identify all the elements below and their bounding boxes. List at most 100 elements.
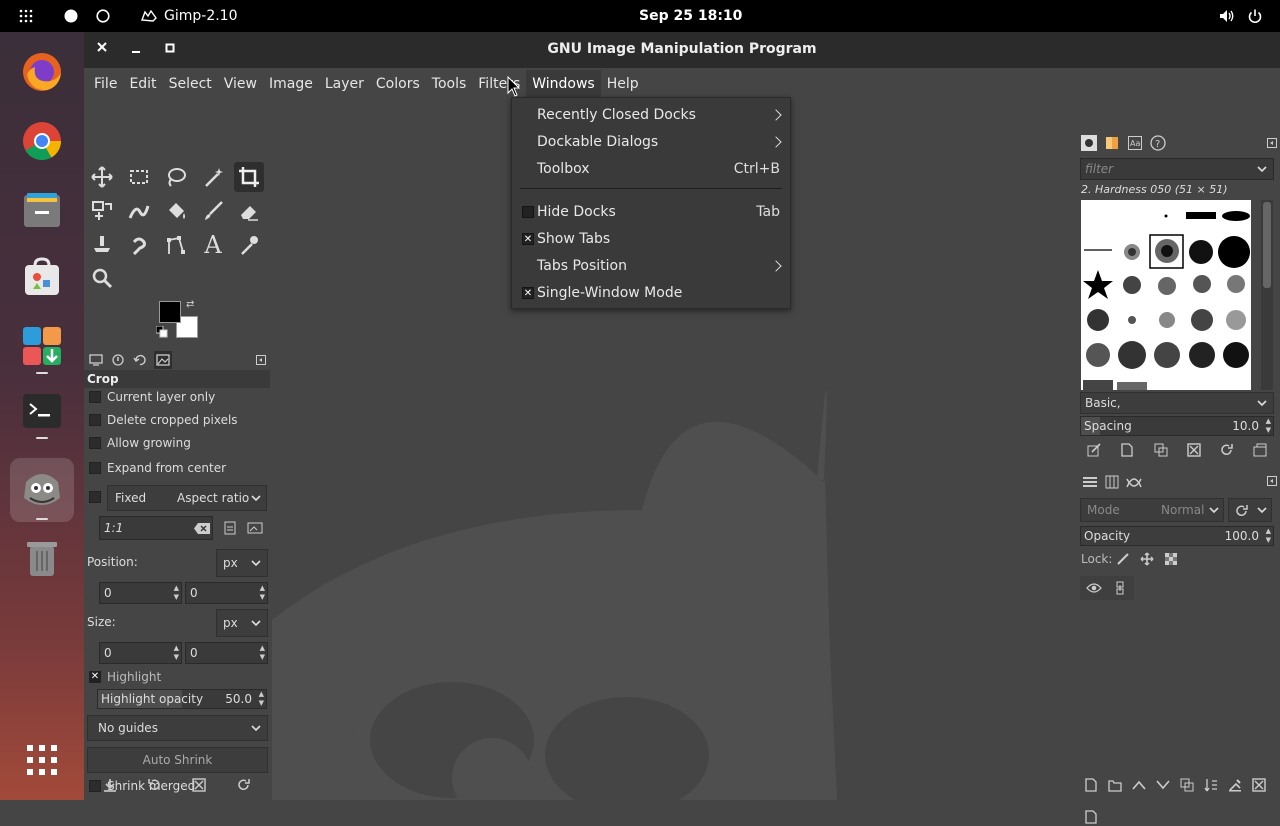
expand-center-option[interactable]: Expand from center [84,457,270,479]
lower-layer-icon[interactable] [1154,776,1172,794]
paths-tool-icon[interactable] [161,230,191,260]
menu-view[interactable]: View [218,70,263,98]
menu-help[interactable]: Help [601,70,645,98]
eraser-tool-icon[interactable] [234,196,264,226]
trash-icon[interactable] [20,535,64,579]
menu-image[interactable]: Image [263,70,319,98]
show-apps-icon[interactable] [20,738,64,782]
delete-cropped-option[interactable]: Delete cropped pixels [84,409,270,431]
swap-colors-icon[interactable]: ⇄ [186,299,194,310]
delete-preset-icon[interactable] [190,776,208,794]
configure-tab-icon[interactable] [254,353,268,367]
zoom-tool-icon[interactable] [87,263,117,293]
spin-arrows-icon[interactable]: ▲ ▼ [174,644,179,662]
menu-item-recently-closed-docks[interactable]: Recently Closed Docks [512,102,790,128]
volume-icon[interactable] [1218,0,1236,32]
menu-item-show-tabs[interactable]: ✕ Show Tabs [512,226,790,252]
clear-field-icon[interactable] [194,523,210,534]
move-tool-icon[interactable] [87,162,117,192]
highlight-opacity-slider[interactable]: Highlight opacity 50.0 ▲ ▼ [97,689,267,709]
size-height-input[interactable]: 0 ▲ ▼ [185,642,268,664]
lock-pixels-icon[interactable] [1114,550,1132,568]
save-preset-icon[interactable] [101,776,119,794]
expand-center-checkbox[interactable] [89,462,101,474]
spin-arrows-icon[interactable]: ▲ ▼ [1266,417,1271,435]
undo-history-tab-icon[interactable] [132,352,148,368]
eye-icon[interactable] [1086,580,1102,596]
menu-item-hide-docks[interactable]: Hide Docks Tab [512,199,790,225]
fonts-tab-icon[interactable]: Aa [1127,135,1143,151]
brush-scrollbar[interactable] [1261,200,1273,390]
clock[interactable]: Sep 25 18:10 [639,0,742,32]
workspace-2-icon[interactable] [95,0,111,32]
merge-layer-icon[interactable] [1202,776,1220,794]
position-x-input[interactable]: 0 ▲ ▼ [99,582,182,604]
configure-tab-icon[interactable] [1266,137,1278,149]
unified-transform-tool-icon[interactable] [87,196,117,226]
highlight-checkbox[interactable]: ✕ [89,671,101,683]
position-unit-combo[interactable]: px [216,549,268,577]
layer-opacity-slider[interactable]: Opacity 100.0 ▲ ▼ [1080,526,1274,546]
files-icon[interactable] [20,188,64,232]
highlight-option[interactable]: ✕ Highlight [84,666,270,688]
menu-item-toolbox[interactable]: Toolbox Ctrl+B [512,156,790,182]
menu-windows[interactable]: Windows [526,70,601,98]
menu-item-single-window-mode[interactable]: ✕ Single-Window Mode [512,280,790,306]
new-layer-icon[interactable] [1082,776,1100,794]
layers-tab-icon[interactable] [1081,473,1099,491]
patterns-tab-icon[interactable] [1104,135,1120,151]
size-unit-combo[interactable]: px [216,609,268,637]
tool-options-tab-icon[interactable] [88,352,104,368]
brush-set-combo[interactable]: Basic, [1080,392,1274,414]
bucket-fill-tool-icon[interactable] [161,196,191,226]
brush-spacing-slider[interactable]: Spacing 10.0 ▲ ▼ [1080,416,1274,436]
lock-position-icon[interactable] [1138,550,1156,568]
guides-combo[interactable]: No guides [87,715,268,741]
new-brush-icon[interactable] [1118,441,1136,459]
workspace-1-icon[interactable] [63,0,79,32]
spin-arrows-icon[interactable]: ▲ ▼ [260,584,265,602]
app-grid-store-icon[interactable] [20,324,64,368]
smudge-tool-icon[interactable] [124,230,154,260]
paintbrush-tool-icon[interactable] [198,196,228,226]
gimp-icon[interactable] [20,468,64,512]
spin-arrows-icon[interactable]: ▲ ▼ [260,644,265,662]
clone-tool-icon[interactable] [87,230,117,260]
restore-preset-icon[interactable] [145,776,163,794]
allow-growing-checkbox[interactable] [89,437,101,449]
power-icon[interactable] [1247,0,1263,32]
fixed-aspect-combo[interactable]: Fixed Aspect ratio [107,485,267,511]
spin-arrows-icon[interactable]: ▲ ▼ [174,584,179,602]
menu-file[interactable]: File [88,70,123,98]
brush-filter-input[interactable]: filter [1080,158,1274,180]
delete-cropped-checkbox[interactable] [89,414,101,426]
menu-select[interactable]: Select [163,70,218,98]
firefox-icon[interactable] [20,50,64,94]
fixed-checkbox[interactable] [89,491,101,503]
device-status-tab-icon[interactable] [110,352,126,368]
menu-tools[interactable]: Tools [426,70,473,98]
paths-tab-icon[interactable] [1125,473,1143,491]
new-layer-group-icon[interactable] [1106,776,1124,794]
help-tab-icon[interactable]: ? [1150,135,1166,151]
brush-scrollbar-thumb[interactable] [1263,202,1271,288]
crop-tool-icon[interactable] [234,162,264,192]
layer-mode-combo[interactable]: Mode Normal [1080,498,1224,522]
activities-grid-icon[interactable] [18,0,34,32]
current-layer-only-option[interactable]: Current layer only [84,386,270,408]
layer-mask-icon[interactable] [1226,776,1244,794]
text-tool-icon[interactable]: A [198,230,228,260]
current-layer-only-checkbox[interactable] [89,391,101,403]
brush-grid[interactable] [1081,200,1251,390]
default-colors-icon[interactable] [155,325,168,342]
rect-select-tool-icon[interactable] [124,162,154,192]
menu-edit[interactable]: Edit [123,70,162,98]
landscape-icon[interactable] [246,520,264,536]
portrait-icon[interactable] [222,520,238,536]
allow-growing-option[interactable]: Allow growing [84,432,270,454]
chain-icon[interactable] [1112,580,1128,596]
terminal-icon[interactable] [20,389,64,433]
channels-tab-icon[interactable] [1103,473,1121,491]
color-picker-tool-icon[interactable] [234,230,264,260]
spin-arrows-icon[interactable]: ▲ ▼ [1266,527,1271,545]
